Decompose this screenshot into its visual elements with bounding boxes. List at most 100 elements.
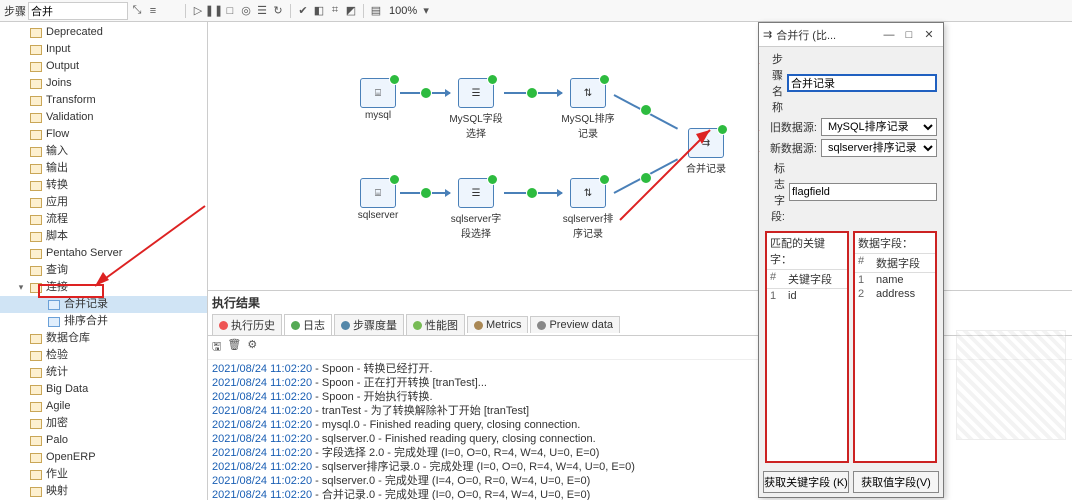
folder-icon [30,79,42,89]
minimize-icon[interactable]: — [879,29,899,41]
tree-flow[interactable]: Flow [0,126,207,143]
old-source-select[interactable]: MySQL排序记录 [821,118,937,136]
folder-icon [30,62,42,72]
tree-tongji[interactable]: 统计 [0,364,207,381]
stop-icon[interactable]: □ [223,4,237,18]
tree-input[interactable]: Input [0,41,207,58]
node-merge[interactable]: ⇉合并记录 [676,128,736,175]
folder-icon [30,453,42,463]
tree-collapse-icon[interactable]: ≡ [146,4,160,18]
sort-merge-icon [48,317,60,327]
tree-zuoye[interactable]: 作业 [0,466,207,483]
table-row[interactable]: 1name [855,273,935,287]
node-sqlserver-select[interactable]: ☰sqlserver字段选择 [446,178,506,240]
tab-metrics[interactable]: Metrics [467,316,528,333]
maximize-icon[interactable]: □ [899,29,919,41]
replay-icon[interactable]: ↻ [271,4,285,18]
folder-icon [30,266,42,276]
tree-expand-icon[interactable]: ⤡ [130,4,144,18]
data-fields-table[interactable]: 数据字段： #数据字段 1name 2address [853,231,937,463]
tree-transform[interactable]: Transform [0,92,207,109]
zoom-dropdown-icon[interactable]: ▾ [419,4,433,18]
folder-icon [30,198,42,208]
old-source-label: 旧数据源: [765,119,817,135]
tree-shuru[interactable]: 输入 [0,143,207,160]
annotation-rect [38,284,104,298]
folder-icon [30,385,42,395]
tab-history[interactable]: 执行历史 [212,314,282,335]
dialog-icon: ⇉ [763,28,772,41]
tree-yingyong[interactable]: 应用 [0,194,207,211]
metrics-icon [474,321,483,330]
close-icon[interactable]: ✕ [919,28,939,41]
tree-jiaoben[interactable]: 脚本 [0,228,207,245]
node-mysql-select[interactable]: ☰MySQL字段选择 [446,78,506,140]
merge-rows-dialog: ⇉ 合并行 (比... — □ ✕ ➤步骤名称 ➤旧数据源:MySQL排序记录 … [758,22,944,498]
tab-perf[interactable]: 性能图 [406,314,465,335]
sql-icon[interactable]: ⌗ [328,4,342,18]
key-fields-header: 匹配的关键字： [767,233,847,270]
step-name-input[interactable] [787,74,937,92]
tree-joins[interactable]: Joins [0,75,207,92]
tree-yingshe[interactable]: 映射 [0,483,207,500]
check-icon[interactable]: ✔ [296,4,310,18]
annotation-arrow: ➤ [759,120,760,141]
folder-icon [30,113,42,123]
node-mysql-sort[interactable]: ⇅MySQL排序记录 [558,78,618,140]
tab-preview[interactable]: Preview data [530,316,620,333]
settings-log-icon[interactable]: ⚙ [247,338,257,357]
new-source-label: 新数据源: [765,140,817,156]
run-icon[interactable]: ▷ [191,4,205,18]
merge-icon [48,300,60,310]
log-icon [291,321,300,330]
impact-icon[interactable]: ◧ [312,4,326,18]
tree-deprecated[interactable]: Deprecated [0,24,207,41]
get-value-fields-button[interactable]: 获取值字段(V) [853,471,939,493]
key-fields-table[interactable]: 匹配的关键字： #关键字段 1id [765,231,849,463]
history-icon [219,321,228,330]
dialog-titlebar[interactable]: ⇉ 合并行 (比... — □ ✕ [759,23,943,47]
tree-chaxun[interactable]: 查询 [0,262,207,279]
node-sqlserver-sort[interactable]: ⇅sqlserver排序记录 [558,178,618,240]
tab-step-metrics[interactable]: 步骤度量 [334,314,404,335]
dialog-title: 合并行 (比... [776,27,879,43]
tab-log[interactable]: 日志 [284,314,332,335]
tree-output[interactable]: Output [0,58,207,75]
debug-icon[interactable]: ☰ [255,4,269,18]
folder-icon [30,402,42,412]
tree-dw[interactable]: 数据仓库 [0,330,207,347]
tree-jiami[interactable]: 加密 [0,415,207,432]
steps-tree[interactable]: Deprecated Input Output Joins Transform … [0,22,208,500]
tree-merge-rows[interactable]: 合并记录 [0,296,207,313]
filter-input[interactable] [28,2,128,20]
clear-log-icon[interactable]: 🗑 [227,338,241,357]
annotation-arrow: ➤ [759,141,760,162]
get-key-fields-button[interactable]: 获取关键字段 (K) [763,471,849,493]
tree-pentaho[interactable]: Pentaho Server [0,245,207,262]
node-sqlserver[interactable]: ⌸sqlserver [348,178,408,221]
table-row[interactable]: 2address [855,287,935,301]
new-source-select[interactable]: sqlserver排序记录 [821,139,937,157]
table-row[interactable]: 1id [767,289,847,303]
tree-sorted-merge[interactable]: 排序合并 [0,313,207,330]
preview-icon[interactable]: ◎ [239,4,253,18]
flag-field-input[interactable] [789,183,937,201]
folder-icon [30,368,42,378]
tree-openerp[interactable]: OpenERP [0,449,207,466]
tree-palo[interactable]: Palo [0,432,207,449]
explore-icon[interactable]: ◩ [344,4,358,18]
node-mysql[interactable]: ⌸mysql [348,78,408,121]
tree-agile[interactable]: Agile [0,398,207,415]
tree-liucheng[interactable]: 流程 [0,211,207,228]
tree-zhuanhuan[interactable]: 转换 [0,177,207,194]
show-results-icon[interactable]: ▤ [369,4,383,18]
tree-shuchu[interactable]: 输出 [0,160,207,177]
folder-icon [30,487,42,497]
save-log-icon[interactable]: 🖫 [212,338,221,357]
pause-icon[interactable]: ❚❚ [207,4,221,18]
tree-jianyan[interactable]: 检验 [0,347,207,364]
zoom-level[interactable]: 100% [389,5,417,17]
tree-bigdata[interactable]: Big Data [0,381,207,398]
tree-validation[interactable]: Validation [0,109,207,126]
folder-icon [30,96,42,106]
